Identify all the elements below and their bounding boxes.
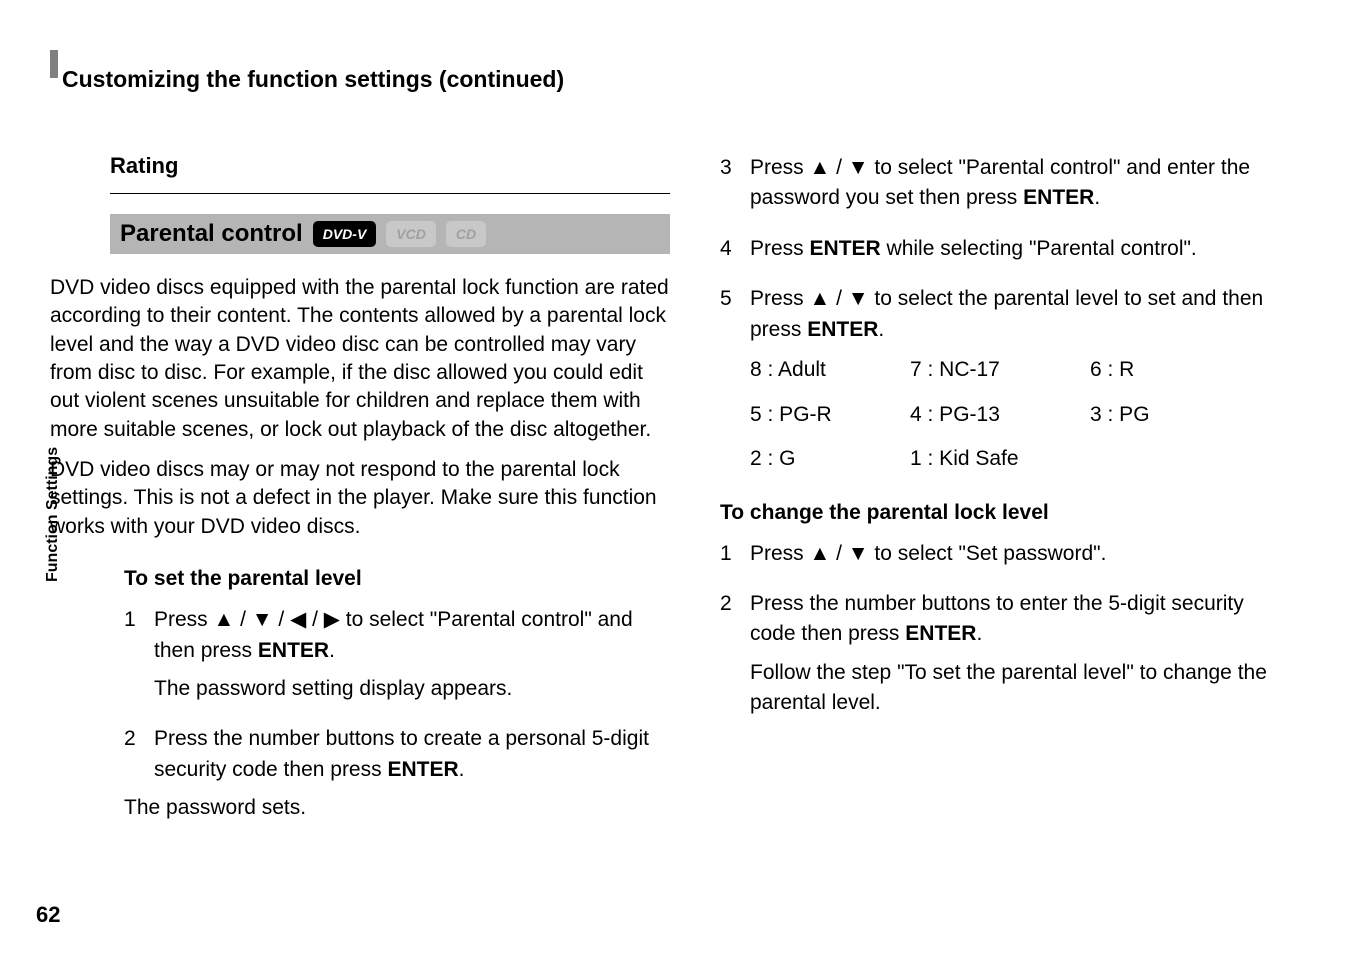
step-number: 1 <box>720 539 750 569</box>
badge-vcd: VCD <box>386 221 436 247</box>
step-text: while selecting "Parental control". <box>881 237 1197 260</box>
step-5: 5 Press ▲ / ▼ to select the parental lev… <box>720 284 1280 474</box>
arrow-icons: ▲ / ▼ / ◀ / ▶ <box>214 608 340 631</box>
set-parental-steps: 1 Press ▲ / ▼ / ◀ / ▶ to select "Parenta… <box>124 605 670 824</box>
step-body: Press ▲ / ▼ to select the parental level… <box>750 284 1280 474</box>
step-number: 1 <box>124 605 154 704</box>
change-step-1: 1 Press ▲ / ▼ to select "Set password". <box>720 539 1280 569</box>
rating-item: 7 : NC-17 <box>910 355 1090 385</box>
continue-steps: 3 Press ▲ / ▼ to select "Parental contro… <box>720 153 1280 475</box>
step-1: 1 Press ▲ / ▼ / ◀ / ▶ to select "Parenta… <box>124 605 670 704</box>
parental-control-title: Parental control <box>120 220 303 248</box>
step-text: Press the number buttons to enter the 5-… <box>750 592 1244 645</box>
step-body: Press ▲ / ▼ / ◀ / ▶ to select "Parental … <box>154 605 670 704</box>
change-step-2: 2 Press the number buttons to enter the … <box>720 589 1280 719</box>
parental-control-bar: Parental control DVD-V VCD CD <box>110 214 670 254</box>
step-text: . <box>878 318 884 341</box>
rating-item: 2 : G <box>750 444 910 474</box>
step-text: Press <box>154 608 214 631</box>
change-steps: 1 Press ▲ / ▼ to select "Set password". … <box>720 539 1280 719</box>
arrow-icons: ▲ / ▼ <box>810 156 869 179</box>
step-text: . <box>976 622 982 645</box>
enter-key: ENTER <box>807 318 878 341</box>
step-note: Follow the step "To set the parental lev… <box>750 658 1280 719</box>
set-parental-level-heading: To set the parental level <box>124 567 670 591</box>
rating-item: 5 : PG-R <box>750 400 910 430</box>
step-text: Press <box>750 156 810 179</box>
enter-key: ENTER <box>387 758 458 781</box>
enter-key: ENTER <box>1023 186 1094 209</box>
step-3: 3 Press ▲ / ▼ to select "Parental contro… <box>720 153 1280 214</box>
arrow-icons: ▲ / ▼ <box>810 287 869 310</box>
rating-item: 6 : R <box>1090 355 1210 385</box>
step-text: to select "Set password". <box>869 542 1107 565</box>
right-column: 3 Press ▲ / ▼ to select "Parental contro… <box>720 153 1280 844</box>
content-columns: Rating Parental control DVD-V VCD CD DVD… <box>50 153 1280 844</box>
header-marker <box>50 50 58 78</box>
page-number: 62 <box>36 902 60 928</box>
intro-paragraph-2: DVD video discs may or may not respond t… <box>50 456 670 541</box>
step-text: Press <box>750 237 810 260</box>
ratings-grid: 8 : Adult 7 : NC-17 6 : R 5 : PG-R 4 : P… <box>750 355 1280 474</box>
rating-item: 1 : Kid Safe <box>910 444 1090 474</box>
step-number: 3 <box>720 153 750 214</box>
left-column: Rating Parental control DVD-V VCD CD DVD… <box>50 153 670 844</box>
step-number: 2 <box>720 589 750 719</box>
step-text: . <box>459 758 465 781</box>
intro-paragraph-1: DVD video discs equipped with the parent… <box>50 274 670 444</box>
badge-cd: CD <box>446 221 486 247</box>
rating-heading: Rating <box>110 153 670 179</box>
rating-item: 8 : Adult <box>750 355 910 385</box>
step-body: Press the number buttons to create a per… <box>154 724 670 823</box>
step-text: . <box>1094 186 1100 209</box>
step-4: 4 Press ENTER while selecting "Parental … <box>720 234 1280 264</box>
side-section-label: Function Settings <box>44 447 62 582</box>
step-number: 5 <box>720 284 750 474</box>
step-text: . <box>329 639 335 662</box>
enter-key: ENTER <box>258 639 329 662</box>
page-header: Customizing the function settings (conti… <box>50 50 1280 93</box>
page-title: Customizing the function settings (conti… <box>62 50 564 93</box>
step-body: Press the number buttons to enter the 5-… <box>750 589 1280 719</box>
step-text: Press <box>750 542 810 565</box>
rating-divider <box>110 193 670 194</box>
enter-key: ENTER <box>810 237 881 260</box>
step-text: Press <box>750 287 810 310</box>
rating-item: 3 : PG <box>1090 400 1210 430</box>
badge-dvd-v: DVD-V <box>313 221 377 247</box>
step-number: 4 <box>720 234 750 264</box>
enter-key: ENTER <box>905 622 976 645</box>
rating-item: 4 : PG-13 <box>910 400 1090 430</box>
step-2: 2 Press the number buttons to create a p… <box>124 724 670 823</box>
step-note: The password sets. <box>124 793 670 823</box>
step-body: Press ▲ / ▼ to select "Parental control"… <box>750 153 1280 214</box>
step-body: Press ▲ / ▼ to select "Set password". <box>750 539 1280 569</box>
change-lock-level-heading: To change the parental lock level <box>720 501 1280 525</box>
step-body: Press ENTER while selecting "Parental co… <box>750 234 1280 264</box>
arrow-icons: ▲ / ▼ <box>810 542 869 565</box>
step-note: The password setting display appears. <box>154 674 670 704</box>
